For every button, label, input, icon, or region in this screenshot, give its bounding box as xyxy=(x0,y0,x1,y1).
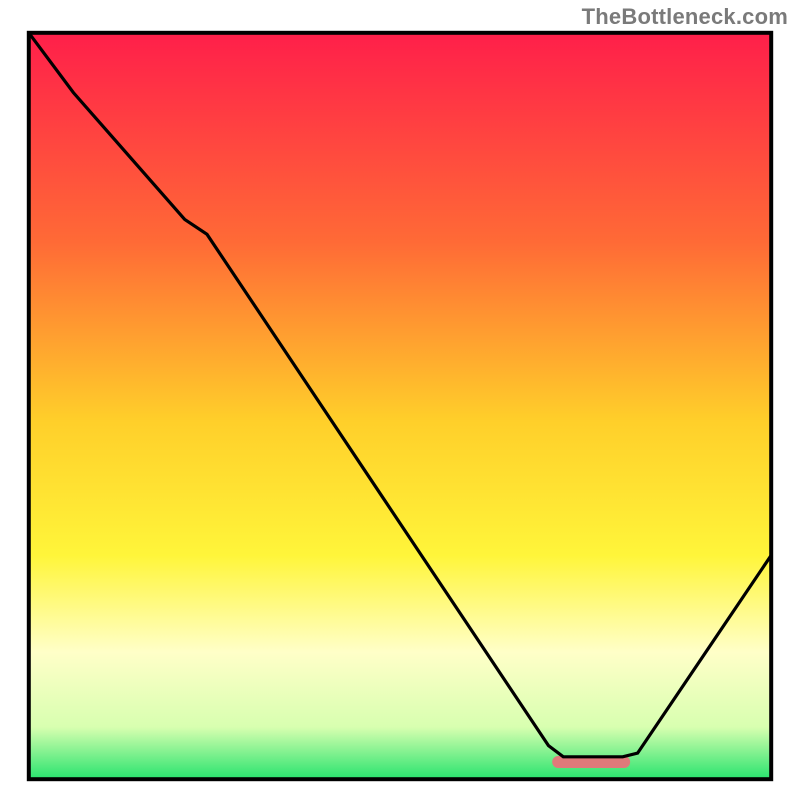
plot-background xyxy=(29,33,771,779)
chart-container: TheBottleneck.com xyxy=(0,0,800,800)
bottleneck-chart xyxy=(0,0,800,800)
